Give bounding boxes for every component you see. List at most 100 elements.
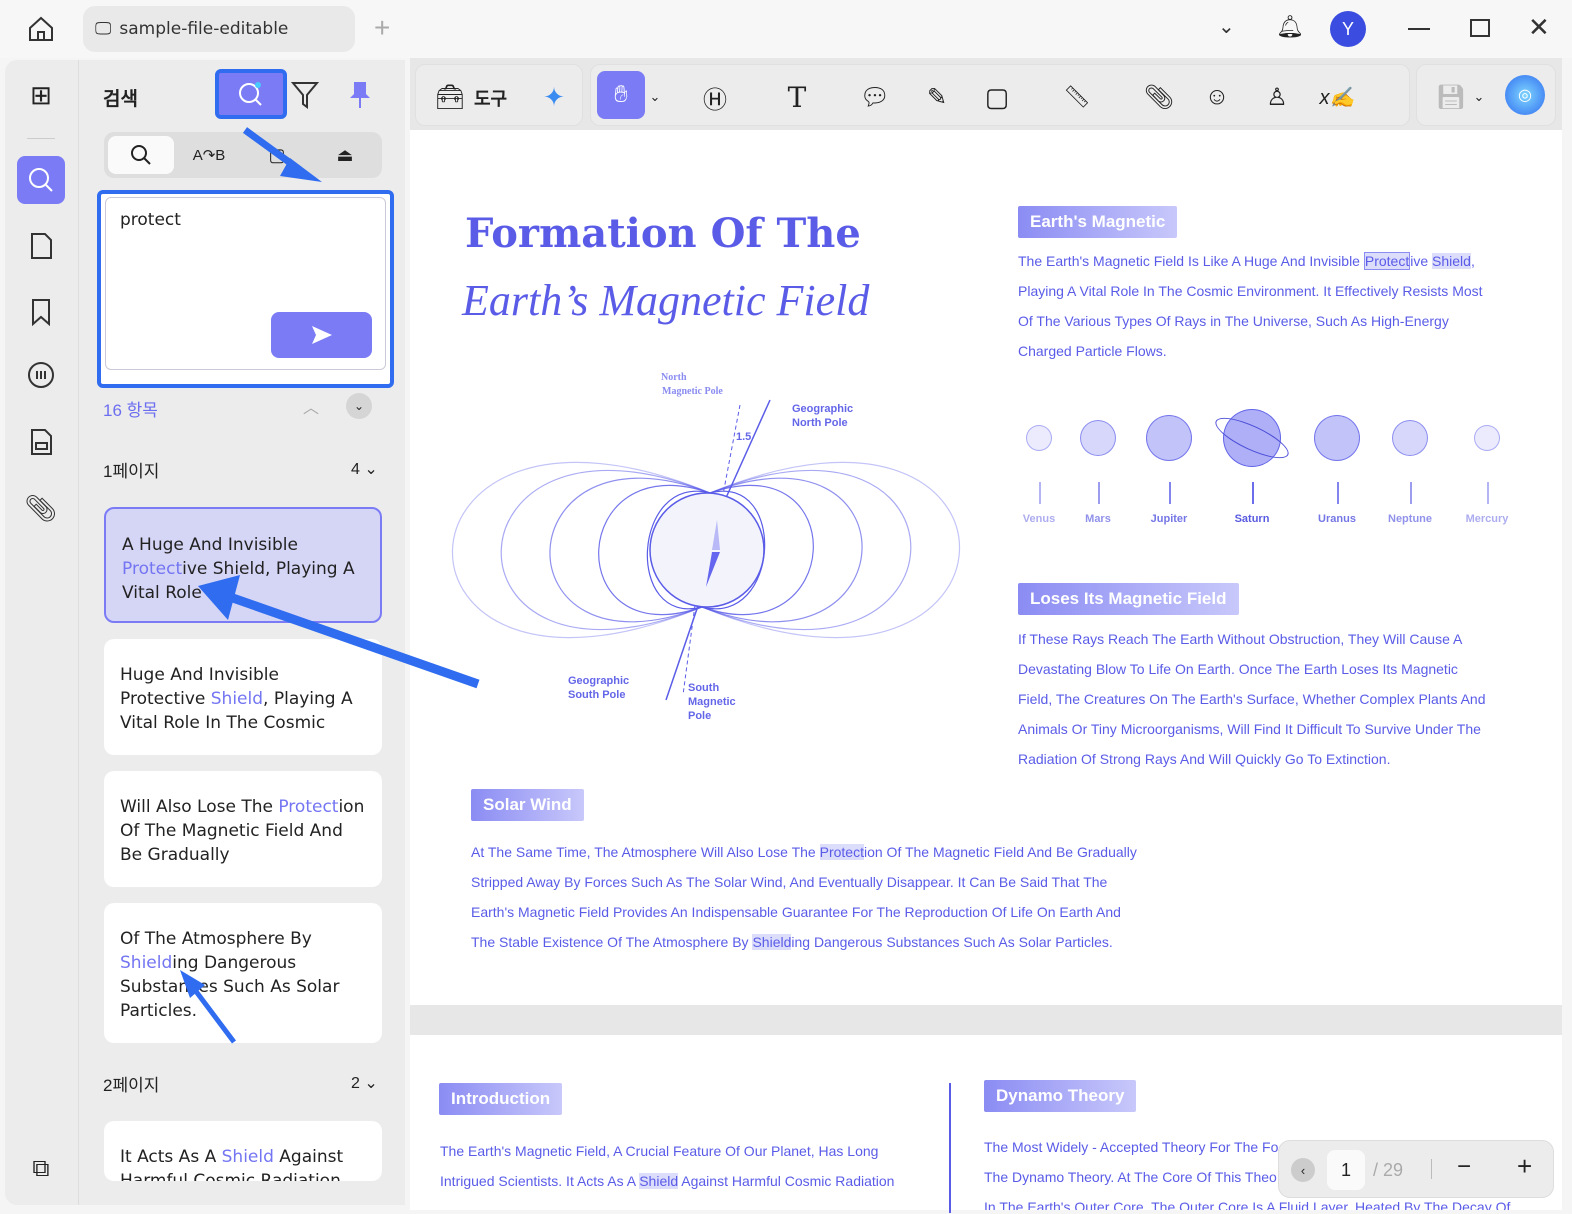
pencil-icon[interactable]: ✎ <box>917 77 957 117</box>
sticker-icon[interactable]: ☺ <box>1197 77 1237 117</box>
thumbnails-icon[interactable]: ⊞ <box>17 71 65 119</box>
group-label[interactable]: 2페이지 <box>103 1071 159 1096</box>
search-highlight[interactable]: Shield <box>639 1173 679 1189</box>
attachment-icon[interactable]: 📎︎ <box>1139 77 1179 117</box>
magnetic-field-diagram: North Magnetic Pole Geographic North Pol… <box>451 372 961 722</box>
planet-label: Uranus <box>1318 513 1356 525</box>
divider <box>27 138 55 139</box>
pin-icon[interactable] <box>347 80 373 115</box>
ai-assistant-icon[interactable]: ◎ <box>1505 75 1545 115</box>
close-button[interactable]: ✕ <box>1528 12 1550 43</box>
text: Against Harmful Cosmic Radiation <box>678 1173 895 1189</box>
heading-icon[interactable]: Ⓗ <box>695 77 735 117</box>
doc-subtitle: Earth’s Magnetic Field <box>462 276 870 325</box>
bookmark-icon[interactable] <box>17 288 65 336</box>
chevron-down-icon[interactable]: ⌄ <box>645 77 665 117</box>
search-mode-text[interactable] <box>108 136 174 174</box>
toolbar-group: 🧰︎ 도구 ✦ <box>415 64 583 126</box>
match: Shield <box>120 953 173 973</box>
result-item[interactable]: It Acts As A Shield Against Harmful Cosm… <box>104 1121 382 1181</box>
zoom-in-button[interactable]: + <box>1517 1151 1532 1182</box>
redact-icon[interactable]: ⏏ <box>312 136 378 174</box>
attachment-icon[interactable]: 📎︎ <box>17 484 65 532</box>
pdf-page-1: Formation Of The Earth’s Magnetic Field … <box>410 130 1562 1005</box>
group-label[interactable]: 1페이지 <box>103 457 159 482</box>
monitor-icon: 🖵 <box>95 19 112 39</box>
section-heading: Dynamo Theory <box>984 1080 1137 1112</box>
line: Of The Various Types Of Rays in The Univ… <box>1018 313 1449 329</box>
planet-tick <box>1039 482 1041 504</box>
line: At The Same Time, The Atmosphere Will Al… <box>471 837 1191 867</box>
planet-label: Saturn <box>1234 513 1270 525</box>
avatar[interactable]: Y <box>1330 11 1366 47</box>
label: 1.5 <box>736 431 751 443</box>
new-tab-button[interactable]: + <box>374 12 390 44</box>
chevron-down-icon[interactable]: ⌄ <box>1469 77 1489 117</box>
search-icon[interactable] <box>17 156 65 204</box>
comment-icon[interactable] <box>17 352 65 400</box>
search-highlight[interactable]: Shield <box>1432 253 1471 269</box>
hand-tool-icon[interactable]: ✋︎ <box>597 71 645 119</box>
zoom-out-button[interactable]: − <box>1457 1153 1471 1181</box>
ai-search-button[interactable] <box>215 69 287 119</box>
label: Magnetic Pole <box>662 386 723 397</box>
text-icon[interactable]: T <box>777 77 817 117</box>
layers-icon[interactable]: ⧉ <box>17 1145 65 1193</box>
bell-icon[interactable]: 🔔︎ <box>1276 14 1304 40</box>
match: Protect <box>278 797 339 817</box>
label: Geographic <box>568 675 629 687</box>
search-highlight[interactable]: Protect <box>1363 252 1411 270</box>
result-item[interactable]: A Huge And Invisible Protective Shield, … <box>104 507 382 623</box>
left-rail: ⊞ 📎︎ ⧉ <box>5 60 78 1205</box>
document-tab[interactable]: 🖵 sample-file-editable <box>83 6 355 52</box>
replace-icon[interactable]: A↷B <box>176 136 242 174</box>
filter-icon[interactable] <box>290 80 320 117</box>
comment-icon[interactable]: 💬︎ <box>855 77 895 117</box>
line: Charged Particle Flows. <box>1018 343 1167 359</box>
result-item[interactable]: Of The Atmosphere By Shielding Dangerous… <box>104 903 382 1043</box>
next-result-button[interactable]: ⌄ <box>346 393 372 419</box>
line: Devastating Blow To Life On Earth. Once … <box>1018 661 1458 677</box>
tools-icon[interactable]: 🧰︎ <box>430 77 470 117</box>
planet-neptune <box>1392 420 1428 456</box>
search-panel: 검색 A↷B ▢ ⏏ protect 16 항목 ︿ ⌄ 1페이지 4 ⌄ A … <box>78 60 405 1205</box>
send-button[interactable] <box>271 312 372 358</box>
result-item[interactable]: Will Also Lose The Protection Of The Mag… <box>104 771 382 887</box>
image-icon[interactable]: ▢ <box>244 136 310 174</box>
section-text: The Earth's Magnetic Field Is Like A Hug… <box>1018 246 1518 366</box>
search-mode-switch: A↷B ▢ ⏏ <box>104 132 382 178</box>
search-highlight[interactable]: Protect <box>819 844 864 860</box>
prev-page-button[interactable]: ‹ <box>1291 1158 1315 1182</box>
planet-tick <box>1252 482 1254 504</box>
text: , <box>1470 253 1475 269</box>
page-icon[interactable] <box>17 222 65 270</box>
text: The Stable Existence Of The Atmosphere B… <box>471 934 753 950</box>
page-number-input[interactable]: 1 <box>1327 1150 1365 1190</box>
text: ive <box>1410 253 1433 269</box>
tools-label[interactable]: 도구 <box>474 85 507 111</box>
home-icon[interactable] <box>22 12 60 46</box>
minimize-button[interactable] <box>1408 28 1430 30</box>
text: Intrigued Scientists. It Acts As A <box>440 1173 640 1189</box>
divider <box>1431 1159 1432 1179</box>
rectangle-icon[interactable]: ▢ <box>977 77 1017 117</box>
measure-icon[interactable]: 📏︎ <box>1057 77 1097 117</box>
group-count[interactable]: 4 ⌄ <box>351 459 378 479</box>
search-highlight[interactable]: Shield <box>752 934 792 950</box>
prev-result-button[interactable]: ︿ <box>303 394 319 418</box>
maximize-button[interactable] <box>1470 19 1490 37</box>
text: At The Same Time, The Atmosphere Will Al… <box>471 844 820 860</box>
form-icon[interactable] <box>17 418 65 466</box>
section-heading: Introduction <box>439 1083 563 1115</box>
stamp-icon[interactable]: ♙ <box>1257 77 1297 117</box>
group-count[interactable]: 2 ⌄ <box>351 1073 378 1093</box>
planet-tick <box>1098 482 1100 504</box>
save-icon[interactable]: 💾︎ <box>1431 77 1471 117</box>
chevron-down-icon[interactable]: ⌄ <box>1218 14 1235 39</box>
result-item[interactable]: Huge And Invisible Protective Shield, Pl… <box>104 639 382 755</box>
ai-sparkle-icon[interactable]: ✦ <box>534 77 574 117</box>
text: The Earth's Magnetic Field Is Like A Hug… <box>1018 253 1364 269</box>
planet-tick <box>1169 482 1171 504</box>
label: Magnetic <box>688 696 736 708</box>
signature-icon[interactable]: x✍ <box>1317 77 1357 117</box>
